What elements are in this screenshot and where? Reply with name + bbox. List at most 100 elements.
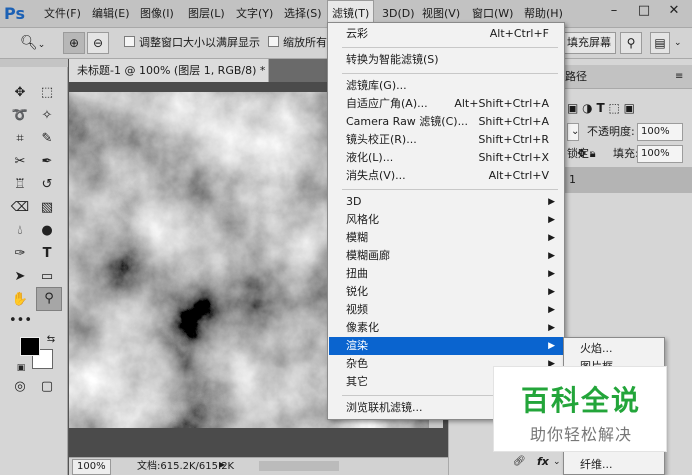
menu-item-liquify[interactable]: 液化(L)... Shift+Ctrl+X [329, 149, 563, 167]
more-tools-icon[interactable]: ••• [9, 311, 32, 331]
menu-item-stylize[interactable]: 风格化 ▶ [329, 211, 563, 229]
menu-item-vanishing-point[interactable]: 消失点(V)... Alt+Ctrl+V [329, 167, 563, 185]
watermark: 百科全说 助你轻松解决 [493, 366, 667, 452]
menu-type[interactable]: 文字(Y) [232, 0, 277, 28]
workspace-chevron-icon[interactable]: ⌄ [674, 33, 682, 53]
submenu-item-fibers[interactable]: 纤维... [580, 456, 613, 474]
maximize-button[interactable]: □ [630, 0, 658, 22]
move-tool-icon[interactable]: ✥ [9, 83, 31, 103]
layer-row[interactable]: 1 [565, 167, 692, 193]
menu-item-convert-smart-filter[interactable]: 转换为智能滤镜(S) [329, 51, 563, 69]
watermark-title: 百科全说 [520, 384, 641, 417]
status-bar: 100% 文档:615.2K/615.2K ▶ [69, 457, 448, 475]
blur-tool-icon[interactable]: 💧︎ [9, 221, 31, 241]
resize-windows-checkbox[interactable]: 调整窗口大小以满屏显示 [124, 33, 260, 53]
lasso-tool-icon[interactable]: ➰ [9, 106, 31, 126]
layer-name: 1 [569, 173, 576, 186]
menu-layer[interactable]: 图层(L) [184, 0, 229, 28]
menu-item-label: 风格化 [346, 213, 379, 226]
zoom-out-icon[interactable]: ⊖ [87, 32, 109, 54]
menu-item-shortcut: Alt+Shift+Ctrl+A [454, 97, 549, 110]
submenu-item-flame[interactable]: 火焰... [580, 340, 613, 358]
tab-paths[interactable]: 路径 [565, 68, 587, 86]
filter-menu: 云彩 Alt+Ctrl+F 转换为智能滤镜(S) 滤镜库(G)... 自适应广角(… [327, 22, 565, 420]
default-colors-icon[interactable]: ▣ [10, 358, 32, 378]
menu-item-pixelate[interactable]: 像素化 ▶ [329, 319, 563, 337]
menu-item-label: 液化(L)... [346, 151, 394, 164]
horizontal-scrollbar[interactable] [259, 461, 339, 471]
zoom-in-icon[interactable]: ⊕ [63, 32, 85, 54]
fill-screen-button[interactable]: 填充屏幕 [562, 32, 616, 54]
opacity-label: 不透明度: [587, 125, 635, 138]
watermark-subtitle: 助你轻松解决 [529, 425, 632, 444]
rectangle-tool-icon[interactable]: ▭ [36, 267, 58, 287]
menu-item-label: 转换为智能滤镜(S) [346, 53, 439, 66]
document-tab[interactable]: 未标题-1 @ 100% (图层 1, RGB/8) * × [69, 59, 284, 82]
menu-item-filter-gallery[interactable]: 滤镜库(G)... [329, 77, 563, 95]
foreground-color-swatch[interactable] [20, 337, 40, 356]
marquee-tool-icon[interactable]: ⬚ [36, 83, 58, 103]
eyedropper-icon[interactable]: ✎ [36, 129, 58, 149]
menu-edit[interactable]: 编辑(E) [88, 0, 134, 28]
zoom-tool-icon[interactable]: ⚲ [36, 287, 62, 311]
layer-filter-icons[interactable]: ▣ ◑ T ⬚ ▣ [567, 99, 635, 117]
menu-item-adaptive-wide-angle[interactable]: 自适应广角(A)... Alt+Shift+Ctrl+A [329, 95, 563, 113]
menu-item-clouds[interactable]: 云彩 Alt+Ctrl+F [329, 25, 563, 43]
link-layers-icon[interactable]: 🔗︎ [513, 453, 526, 471]
menu-item-blur[interactable]: 模糊 ▶ [329, 229, 563, 247]
brush-tool-icon[interactable]: ✒ [36, 152, 58, 172]
zoom-level[interactable]: 100% [72, 459, 111, 475]
photoshop-logo: Ps [4, 4, 25, 23]
menu-image[interactable]: 图像(I) [136, 0, 178, 28]
info-chevron-icon[interactable]: ▶ [219, 460, 225, 469]
menu-item-3d[interactable]: 3D ▶ [329, 193, 563, 211]
menu-item-distort[interactable]: 扭曲 ▶ [329, 265, 563, 283]
menu-item-label: 模糊画廊 [346, 249, 390, 262]
menu-item-lens-correction[interactable]: 镜头校正(R)... Shift+Ctrl+R [329, 131, 563, 149]
menu-item-label: 渲染 [346, 339, 368, 352]
healing-brush-icon[interactable]: ✂ [9, 152, 31, 172]
search-icon[interactable]: ⚲ [620, 32, 642, 54]
fx-icon[interactable]: fx [537, 453, 549, 471]
menu-item-blur-gallery[interactable]: 模糊画廊 ▶ [329, 247, 563, 265]
menu-item-sharpen[interactable]: 锐化 ▶ [329, 283, 563, 301]
magic-wand-icon[interactable]: ✧ [36, 106, 58, 126]
menu-file[interactable]: 文件(F) [40, 0, 85, 28]
dodge-tool-icon[interactable]: ● [36, 221, 58, 241]
blend-mode-select[interactable]: ⌄ [567, 123, 579, 141]
gradient-tool-icon[interactable]: ▧ [36, 198, 58, 218]
workspace-icon[interactable]: ▤ [650, 32, 670, 54]
toolbox-grip[interactable] [0, 59, 68, 67]
panel-menu-icon[interactable]: ≡ [675, 68, 683, 86]
menu-item-label: 视频 [346, 303, 368, 316]
menu-item-label: 滤镜库(G)... [346, 79, 407, 92]
crop-tool-icon[interactable]: ⌗ [9, 129, 31, 149]
path-selection-icon[interactable]: ➤ [9, 267, 31, 287]
zoom-tool-icon[interactable]: 🔍︎⌄ [20, 33, 45, 53]
hand-tool-icon[interactable]: ✋ [9, 290, 31, 310]
minimize-button[interactable]: – [600, 0, 628, 22]
screen-mode-icon[interactable]: ▢ [36, 377, 58, 397]
fx-chevron-icon[interactable]: ⌄ [553, 453, 561, 471]
menu-item-shortcut: Shift+Ctrl+X [478, 151, 549, 164]
menu-item-camera-raw[interactable]: Camera Raw 滤镜(C)... Shift+Ctrl+A [329, 113, 563, 131]
clone-stamp-icon[interactable]: ♖ [9, 175, 31, 195]
type-tool-icon[interactable]: T [36, 244, 58, 264]
menu-item-label: 杂色 [346, 357, 368, 370]
menu-item-label: 锐化 [346, 285, 368, 298]
fill-label: 填充: [613, 147, 639, 160]
history-brush-icon[interactable]: ↺ [36, 175, 58, 195]
opacity-input[interactable]: 100% [637, 123, 683, 141]
eraser-tool-icon[interactable]: ⌫ [9, 198, 31, 218]
close-button[interactable]: ✕ [660, 0, 688, 22]
quick-mask-icon[interactable]: ◎ [9, 377, 31, 397]
menu-item-render[interactable]: 渲染 ▶ [329, 337, 563, 355]
fill-input[interactable]: 100% [637, 145, 683, 163]
menu-select[interactable]: 选择(S) [280, 0, 326, 28]
menu-item-video[interactable]: 视频 ▶ [329, 301, 563, 319]
zoom-all-checkbox[interactable]: 缩放所有 [268, 33, 327, 53]
pen-tool-icon[interactable]: ✑ [9, 244, 31, 264]
lock-icons[interactable]: ✥ 🔒︎ [577, 145, 596, 163]
menu-separator [342, 73, 558, 74]
swap-colors-icon[interactable]: ⇆ [40, 330, 62, 350]
